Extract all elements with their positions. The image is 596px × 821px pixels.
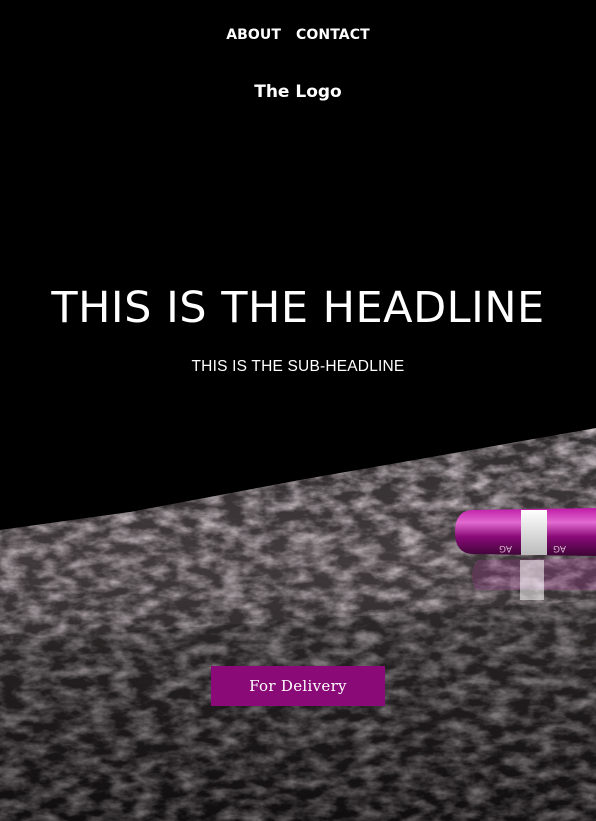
pill-capsule: AG AG (455, 508, 596, 600)
for-delivery-button[interactable]: For Delivery (211, 666, 385, 706)
landing-page: AG AG ABOUT CONTACT The Logo THIS IS THE… (0, 0, 596, 821)
nav-link-contact[interactable]: CONTACT (296, 24, 370, 46)
hero-headline: THIS IS THE HEADLINE (51, 283, 545, 333)
top-navigation: ABOUT CONTACT (0, 24, 596, 46)
nav-link-about[interactable]: ABOUT (226, 24, 281, 46)
pill-imprint: AG (553, 543, 566, 553)
pill-imprint: AG (499, 543, 512, 553)
hero-subheadline: THIS IS THE SUB-HEADLINE (191, 358, 405, 375)
site-logo[interactable]: The Logo (0, 80, 596, 104)
